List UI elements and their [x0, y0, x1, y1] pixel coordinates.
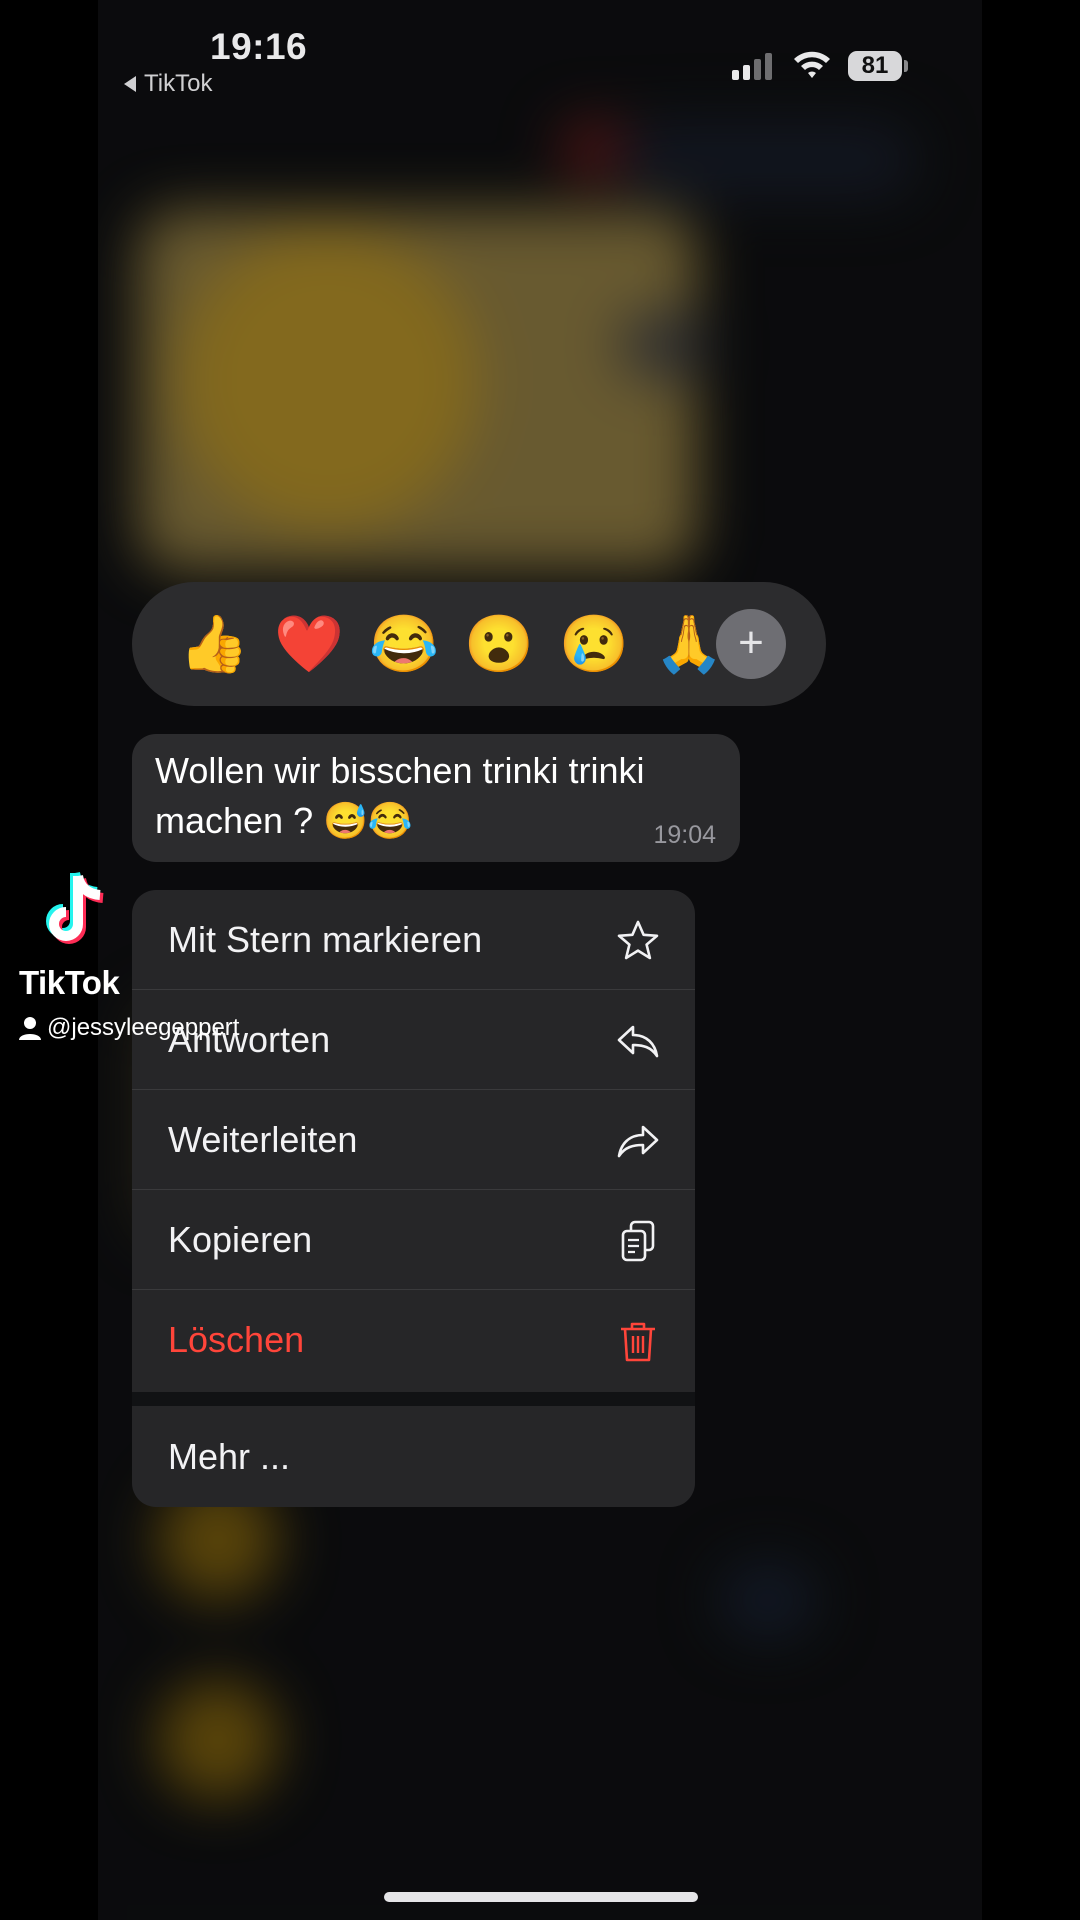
menu-item-forward[interactable]: Weiterleiten	[132, 1090, 695, 1190]
reaction-thumbs-up[interactable]: 👍	[174, 604, 254, 684]
trash-icon	[621, 1322, 655, 1362]
menu-item-label: Löschen	[168, 1319, 305, 1360]
user-icon	[19, 1017, 41, 1040]
more-reactions-button[interactable]: +	[716, 609, 786, 679]
menu-item-more[interactable]: Mehr ...	[132, 1406, 695, 1507]
reaction-heart[interactable]: ❤️	[269, 604, 349, 684]
menu-item-label: Mehr ...	[168, 1436, 291, 1477]
message-timestamp: 19:04	[653, 821, 716, 849]
message-bubble[interactable]: Wollen wir bisschen trinki trinki machen…	[132, 734, 740, 862]
forward-icon	[617, 1125, 659, 1158]
reply-icon	[617, 1025, 659, 1058]
battery-cap	[904, 60, 908, 72]
phone-screen: 19:16 TikTok 81 👍 ❤️ 😂 😮 😢 🙏 + Wollen wi…	[98, 0, 982, 1920]
menu-item-star[interactable]: Mit Stern markieren	[132, 890, 695, 990]
message-text: Wollen wir bisschen trinki trinki machen…	[155, 750, 645, 841]
wifi-icon	[794, 51, 830, 78]
tiktok-logo-icon	[46, 871, 104, 944]
menu-item-label: Kopieren	[168, 1219, 313, 1260]
tiktok-brand-text: TikTok	[19, 964, 120, 1001]
context-menu: Mit Stern markieren Antworten Weiterleit…	[132, 890, 695, 1507]
tiktok-username: @jessyleegeppert	[19, 1014, 239, 1042]
star-icon	[617, 920, 659, 960]
status-bar: 19:16 TikTok 81	[98, 0, 982, 110]
back-arrow-icon	[124, 76, 136, 92]
menu-separator	[132, 1392, 695, 1406]
back-to-app-link[interactable]: TikTok	[124, 70, 212, 98]
menu-item-label: Mit Stern markieren	[168, 919, 483, 960]
tiktok-username-text: @jessyleegeppert	[47, 1014, 240, 1041]
reaction-bar: 👍 ❤️ 😂 😮 😢 🙏 +	[132, 582, 826, 706]
copy-icon	[621, 1220, 655, 1262]
reaction-laughing[interactable]: 😂	[364, 604, 444, 684]
reaction-surprised[interactable]: 😮	[459, 604, 539, 684]
home-indicator[interactable]	[384, 1892, 698, 1902]
battery-indicator: 81	[848, 51, 902, 81]
reaction-crying[interactable]: 😢	[554, 604, 634, 684]
menu-item-copy[interactable]: Kopieren	[132, 1190, 695, 1290]
back-link-label: TikTok	[144, 70, 213, 97]
cellular-signal-icon	[732, 52, 772, 80]
menu-item-delete[interactable]: Löschen	[132, 1290, 695, 1390]
clock: 19:16	[210, 26, 308, 67]
menu-item-label: Weiterleiten	[168, 1119, 358, 1160]
